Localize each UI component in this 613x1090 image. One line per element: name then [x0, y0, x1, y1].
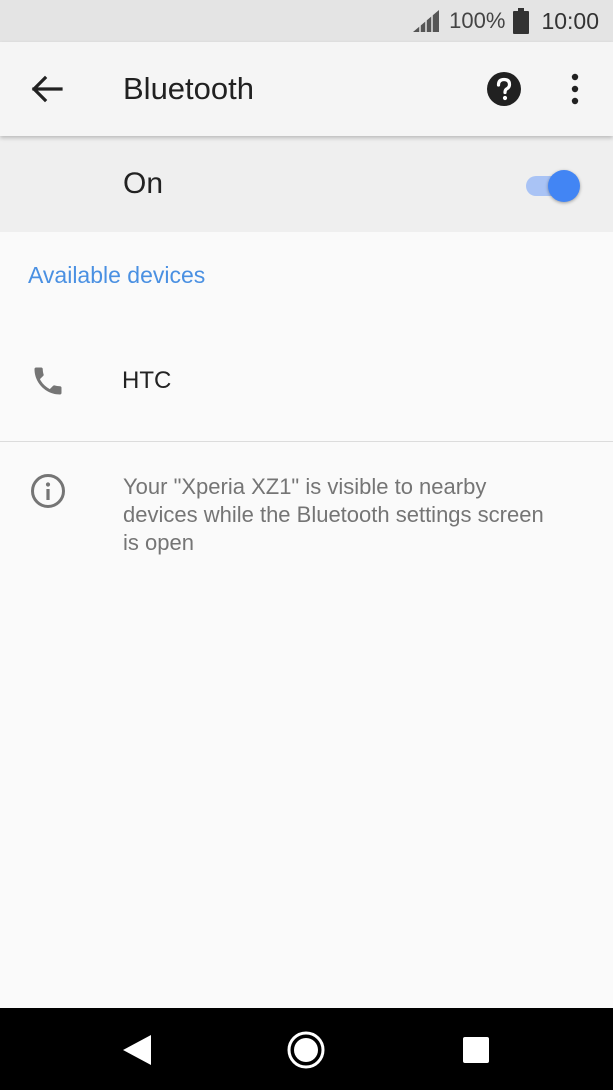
app-bar: Bluetooth — [0, 42, 613, 136]
info-icon — [31, 474, 65, 508]
phone-icon — [34, 367, 62, 395]
nav-back-icon[interactable] — [121, 1033, 153, 1067]
status-clock: 10:00 — [541, 7, 599, 34]
device-item-htc[interactable]: HTC — [0, 326, 613, 436]
page-title: Bluetooth — [123, 71, 254, 106]
battery-percent: 100% — [449, 8, 506, 33]
battery-icon — [513, 8, 530, 34]
navigation-bar — [0, 1008, 613, 1090]
bluetooth-switch-bar[interactable]: On — [0, 136, 613, 232]
bluetooth-toggle[interactable] — [524, 170, 582, 202]
toggle-thumb — [548, 170, 580, 202]
visibility-info-text: Your "Xperia XZ1" is visible to nearby d… — [123, 474, 544, 555]
nav-home-icon[interactable] — [286, 1030, 326, 1070]
divider — [0, 441, 613, 442]
available-devices-header: Available devices — [28, 262, 206, 288]
nav-recents-icon[interactable] — [463, 1037, 489, 1063]
more-vert-icon[interactable] — [564, 72, 586, 106]
help-icon[interactable] — [486, 71, 522, 107]
status-bar: 100% 10:00 — [0, 0, 613, 42]
signal-icon — [413, 10, 440, 32]
back-arrow-icon[interactable] — [28, 70, 66, 108]
switch-label: On — [123, 167, 164, 200]
status-icons: 100% 10:00 — [413, 0, 599, 42]
device-name: HTC — [122, 367, 172, 394]
